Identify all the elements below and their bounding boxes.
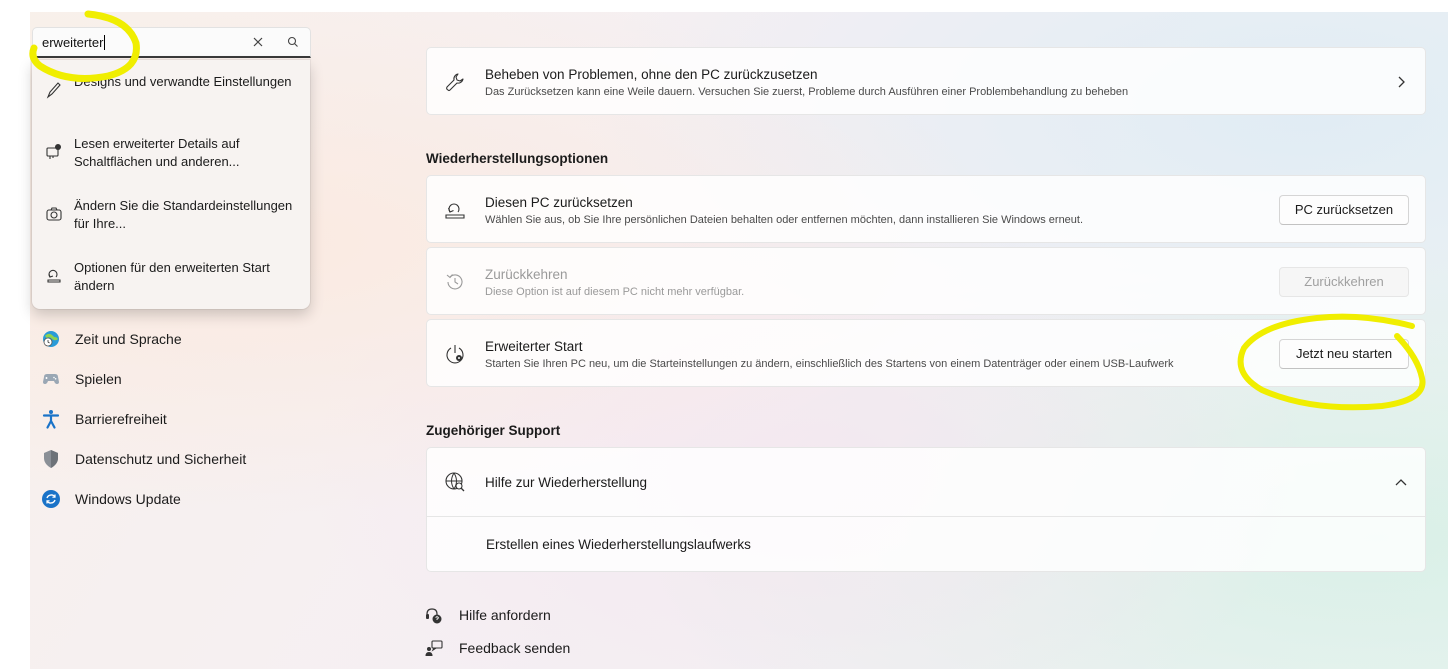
camera-icon xyxy=(46,207,62,221)
gamepad-icon xyxy=(43,374,59,384)
suggestion-item[interactable]: Lesen erweiterter Details auf Schaltfläc… xyxy=(32,122,310,182)
card-description: Diese Option ist auf diesem PC nicht meh… xyxy=(485,286,745,298)
text-caret xyxy=(104,35,106,50)
search-input[interactable]: erweiterter xyxy=(32,27,311,58)
go-back-button[interactable]: Zurückkehren xyxy=(1279,267,1409,297)
card-description: Wählen Sie aus, ob Sie Ihre persönlichen… xyxy=(485,214,1084,226)
recovery-help-expander: Hilfe zur Wiederherstellung Erstellen ei… xyxy=(426,447,1426,572)
search-suggestions: Designs und verwandte Einstellungen Lese… xyxy=(32,60,310,309)
chevron-right-icon xyxy=(1398,76,1405,88)
send-feedback-label: Feedback senden xyxy=(459,640,571,656)
sidebar-item-privacy[interactable]: Datenschutz und Sicherheit xyxy=(38,444,298,474)
card-title: Diesen PC zurücksetzen xyxy=(485,195,633,210)
sidebar-item-accessibility[interactable]: Barrierefreiheit xyxy=(38,404,298,434)
card-title: Zurückkehren xyxy=(485,267,568,282)
recovery-options-heading: Wiederherstellungsoptionen xyxy=(426,151,609,166)
help-icon xyxy=(426,608,442,624)
windows-update-icon xyxy=(42,490,60,508)
get-help-label: Hilfe anfordern xyxy=(459,607,551,623)
reset-pc-icon xyxy=(445,203,465,219)
restart-now-button[interactable]: Jetzt neu starten xyxy=(1279,339,1409,369)
chevron-up-icon xyxy=(1395,479,1407,486)
suggestion-label: Designs und verwandte Einstellungen xyxy=(74,74,292,89)
card-description: Starten Sie Ihren PC neu, um die Startei… xyxy=(485,358,1174,370)
troubleshoot-card[interactable]: Beheben von Problemen, ohne den PC zurüc… xyxy=(426,47,1426,115)
left-margin xyxy=(0,0,30,669)
globe-clock-icon xyxy=(43,331,59,347)
card-title: Beheben von Problemen, ohne den PC zurüc… xyxy=(485,67,818,82)
sidebar-item-label: Barrierefreiheit xyxy=(75,411,167,427)
suggestion-label: Ändern Sie die Standardeinstellungen für… xyxy=(74,198,293,231)
search-icon[interactable] xyxy=(285,34,301,50)
sidebar-item-label: Windows Update xyxy=(75,491,181,507)
recovery-help-header[interactable]: Hilfe zur Wiederherstellung xyxy=(427,448,1425,516)
create-recovery-drive-link[interactable]: Erstellen eines Wiederherstellungslaufwe… xyxy=(486,537,751,552)
wrench-icon xyxy=(446,73,464,92)
suggestion-label: Lesen erweiterter Details auf Schaltfläc… xyxy=(74,136,240,169)
get-help-link[interactable]: Hilfe anfordern xyxy=(424,605,574,627)
card-title: Erweiterter Start xyxy=(485,339,583,354)
related-support-heading: Zugehöriger Support xyxy=(426,423,561,438)
suggestion-item[interactable]: Ändern Sie die Standardeinstellungen für… xyxy=(32,184,310,244)
feedback-icon xyxy=(425,640,443,656)
suggestion-label: Optionen für den erweiterten Start änder… xyxy=(74,260,270,293)
history-icon xyxy=(446,274,463,290)
divider xyxy=(427,516,1425,517)
accessibility-icon xyxy=(42,410,60,429)
sidebar-item-time-language[interactable]: Zeit und Sprache xyxy=(38,324,298,354)
card-title: Hilfe zur Wiederherstellung xyxy=(485,475,648,490)
narrator-icon xyxy=(46,144,61,159)
shield-icon xyxy=(44,450,58,468)
reset-pc-card: Diesen PC zurücksetzen Wählen Sie aus, o… xyxy=(426,175,1426,243)
reset-pc-button[interactable]: PC zurücksetzen xyxy=(1279,195,1409,225)
suggestion-item[interactable]: Designs und verwandte Einstellungen xyxy=(32,60,310,120)
card-description: Das Zurücksetzen kann eine Weile dauern.… xyxy=(485,86,1129,98)
reset-pc-icon xyxy=(47,269,61,283)
send-feedback-link[interactable]: Feedback senden xyxy=(424,638,574,660)
sidebar-item-label: Spielen xyxy=(75,371,122,387)
advanced-startup-icon xyxy=(446,345,464,364)
sidebar-item-label: Datenschutz und Sicherheit xyxy=(75,451,247,467)
go-back-card: Zurückkehren Diese Option ist auf diesem… xyxy=(426,247,1426,315)
suggestion-item[interactable]: Optionen für den erweiterten Start änder… xyxy=(32,246,310,306)
sidebar-item-windows-update[interactable]: Windows Update xyxy=(38,484,298,514)
search-input-value: erweiterter xyxy=(42,35,104,50)
sidebar-item-label: Zeit und Sprache xyxy=(75,331,182,347)
brush-icon xyxy=(46,82,61,99)
globe-search-icon xyxy=(445,472,465,492)
top-margin xyxy=(0,0,1448,12)
close-icon[interactable] xyxy=(249,33,267,51)
sidebar-item-gaming[interactable]: Spielen xyxy=(38,364,298,394)
advanced-start-card: Erweiterter Start Starten Sie Ihren PC n… xyxy=(426,319,1426,387)
